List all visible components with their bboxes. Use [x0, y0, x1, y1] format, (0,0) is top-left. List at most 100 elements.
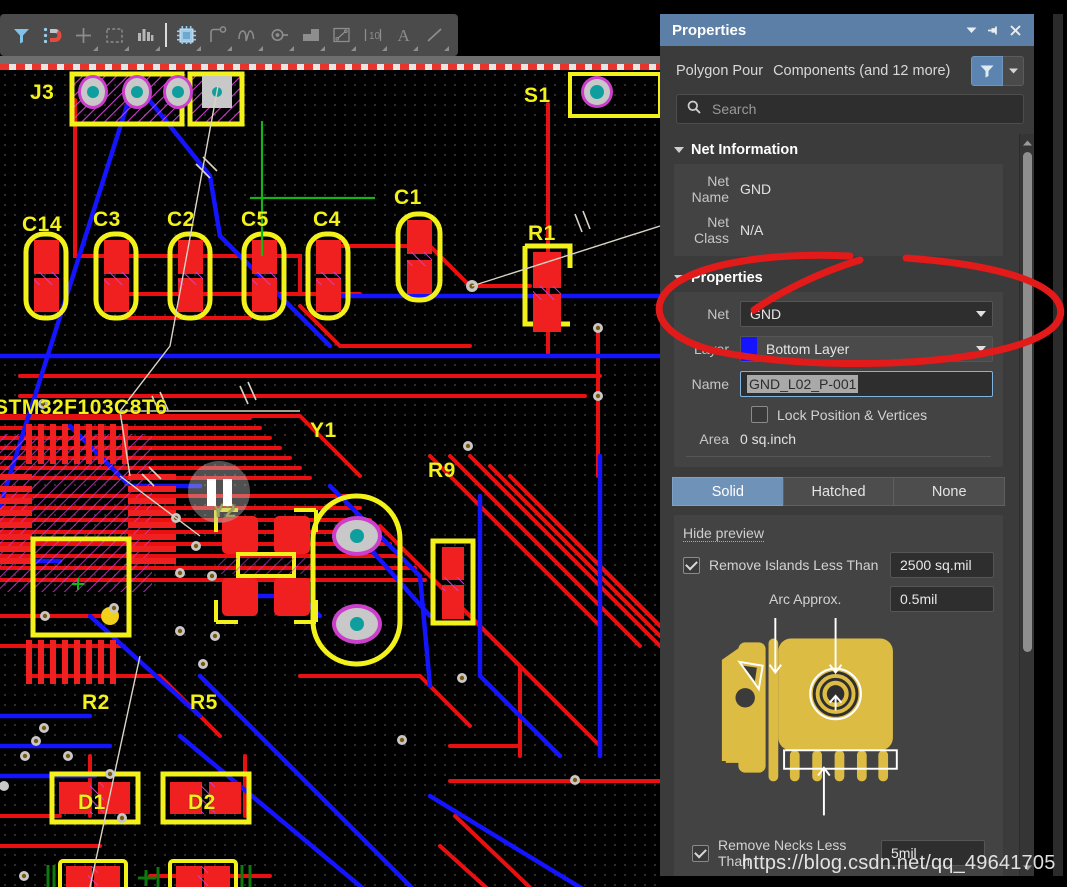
section-title: Properties: [691, 270, 763, 286]
chevron-down-icon: [976, 346, 986, 352]
area-row: Area 0 sq.inch: [684, 431, 993, 447]
fill-icon[interactable]: [295, 19, 326, 51]
name-label: Name: [691, 376, 729, 392]
net-label: Net: [707, 306, 729, 322]
panel-close-icon[interactable]: [1004, 19, 1026, 41]
net-name-value: GND: [740, 181, 772, 197]
arc-approx-input[interactable]: 0.5mil: [890, 586, 994, 612]
svg-text:10: 10: [369, 31, 381, 42]
dimension-icon[interactable]: [326, 19, 357, 51]
section-title: Net Information: [691, 142, 799, 158]
remove-necks-checkbox[interactable]: [692, 844, 709, 862]
remove-islands-input[interactable]: 2500 sq.mil: [890, 552, 994, 578]
properties-panel: Properties Polygon Pour Components (and …: [660, 14, 1034, 876]
remove-necks-value: 5mil: [891, 845, 917, 861]
magnet-icon[interactable]: [37, 19, 68, 51]
pcb-canvas[interactable]: J3 S1 C14 C3 C2 C5 C4 C1 R1 STM32F103C8T6 Y1 R9 R2 R5…: [0, 56, 660, 887]
squiggle-icon[interactable]: [233, 19, 264, 51]
remove-islands-row: Remove Islands Less Than 2500 sq.mil: [683, 552, 994, 578]
filter-icon[interactable]: [971, 56, 1003, 86]
line-icon[interactable]: [419, 19, 450, 51]
remove-islands-checkbox[interactable]: [683, 556, 700, 574]
panel-scrollbar[interactable]: [1019, 134, 1034, 876]
label-C2: C2: [167, 208, 195, 231]
filter-control: [971, 56, 1024, 86]
object-type-label: Polygon Pour: [676, 63, 764, 79]
label-C5: C5: [241, 208, 269, 231]
object-scope-label: Components (and 12 more): [773, 63, 951, 79]
panel-pin-icon[interactable]: [982, 19, 1004, 41]
label-R1: R1: [528, 222, 556, 245]
name-input[interactable]: GND_L02_P-001: [740, 371, 993, 397]
search-input[interactable]: [710, 100, 1013, 118]
panel-title-text: Properties: [672, 21, 747, 39]
net-name-label: Net Name: [691, 173, 729, 205]
collapse-triangle-icon: [674, 147, 684, 153]
switch-S1: [568, 72, 660, 118]
lock-position-checkbox[interactable]: [751, 406, 768, 423]
remove-necks-row: Remove Necks Less Than 5mil: [683, 833, 994, 875]
via-icon[interactable]: [264, 19, 295, 51]
connector-J3: [69, 71, 245, 127]
net-row: Net GND: [684, 301, 993, 327]
area-label: Area: [699, 431, 729, 447]
route-icon[interactable]: [202, 19, 233, 51]
remove-necks-label: Remove Necks Less Than: [718, 837, 847, 869]
arc-approx-label: Arc Approx.: [769, 591, 842, 607]
remove-islands-value: 2500 sq.mil: [900, 557, 972, 573]
outer-scrollbar-track[interactable]: [1053, 14, 1063, 876]
filter-icon[interactable]: [6, 19, 37, 51]
hide-preview-link[interactable]: Hide preview: [683, 525, 764, 542]
net-class-label: Net Class: [693, 214, 729, 246]
label-C1: C1: [394, 186, 422, 209]
label-S1: S1: [524, 84, 551, 107]
remove-islands-label: Remove Islands Less Than: [709, 557, 879, 573]
net-dropdown[interactable]: GND: [740, 301, 993, 327]
label-C14: C14: [22, 213, 63, 236]
resistor-R1: [522, 243, 573, 332]
fill-mode-solid[interactable]: Solid: [672, 477, 783, 506]
rectangle-select-icon[interactable]: [99, 19, 130, 51]
preview-card: Hide preview Remove Islands Less Than 25…: [674, 515, 1003, 876]
remove-necks-input[interactable]: 5mil: [881, 840, 985, 866]
net-class-value: N/A: [740, 222, 764, 238]
filter-dropdown-icon[interactable]: [1003, 56, 1024, 86]
pause-overlay-icon[interactable]: [188, 461, 250, 523]
collapse-triangle-icon: [674, 275, 684, 281]
label-J3: J3: [30, 81, 55, 104]
layer-row: Layer Bottom Layer: [684, 336, 993, 362]
arc-approx-value: 0.5mil: [900, 591, 938, 607]
search-box[interactable]: [676, 94, 1024, 124]
layer-dropdown[interactable]: Bottom Layer: [740, 336, 993, 362]
section-header-net-information[interactable]: Net Information: [660, 134, 1017, 164]
label-D2: D2: [188, 791, 216, 814]
label-C4: C4: [313, 208, 341, 231]
label-D1: D1: [78, 791, 106, 814]
measure-icon[interactable]: 10: [357, 19, 388, 51]
toolbar-divider: [165, 23, 167, 47]
lock-position-row: Lock Position & Vertices: [751, 406, 993, 423]
crosshair-icon[interactable]: [68, 19, 99, 51]
fill-mode-segmented-control: Solid Hatched None: [672, 477, 1006, 506]
fill-mode-none[interactable]: None: [893, 477, 1006, 506]
object-scope-row: Polygon Pour Components (and 12 more): [660, 46, 1034, 94]
fill-mode-hatched[interactable]: Hatched: [782, 477, 894, 506]
search-icon: [687, 100, 701, 119]
scroll-down-icon[interactable]: [1020, 861, 1034, 874]
label-R5: R5: [190, 691, 218, 714]
net-information-card: Net Name GND Net Class N/A: [674, 164, 1003, 256]
panel-menu-icon[interactable]: [960, 19, 982, 41]
label-Y1: Y1: [310, 419, 337, 442]
section-header-properties[interactable]: Properties: [660, 256, 1017, 292]
scrollbar-thumb[interactable]: [1023, 152, 1032, 652]
label-STM32F103C8T6: STM32F103C8T6: [0, 396, 168, 419]
net-dropdown-value: GND: [750, 306, 782, 322]
net-name-row: Net Name GND: [684, 173, 993, 205]
label-R9: R9: [428, 459, 456, 482]
bar-chart-icon[interactable]: [130, 19, 161, 51]
scroll-up-icon[interactable]: [1020, 136, 1034, 149]
arc-approx-row: Arc Approx. 0.5mil: [683, 586, 994, 612]
chip-icon[interactable]: [171, 19, 202, 51]
layer-dropdown-value: Bottom Layer: [766, 341, 850, 357]
text-icon[interactable]: A: [388, 19, 419, 51]
